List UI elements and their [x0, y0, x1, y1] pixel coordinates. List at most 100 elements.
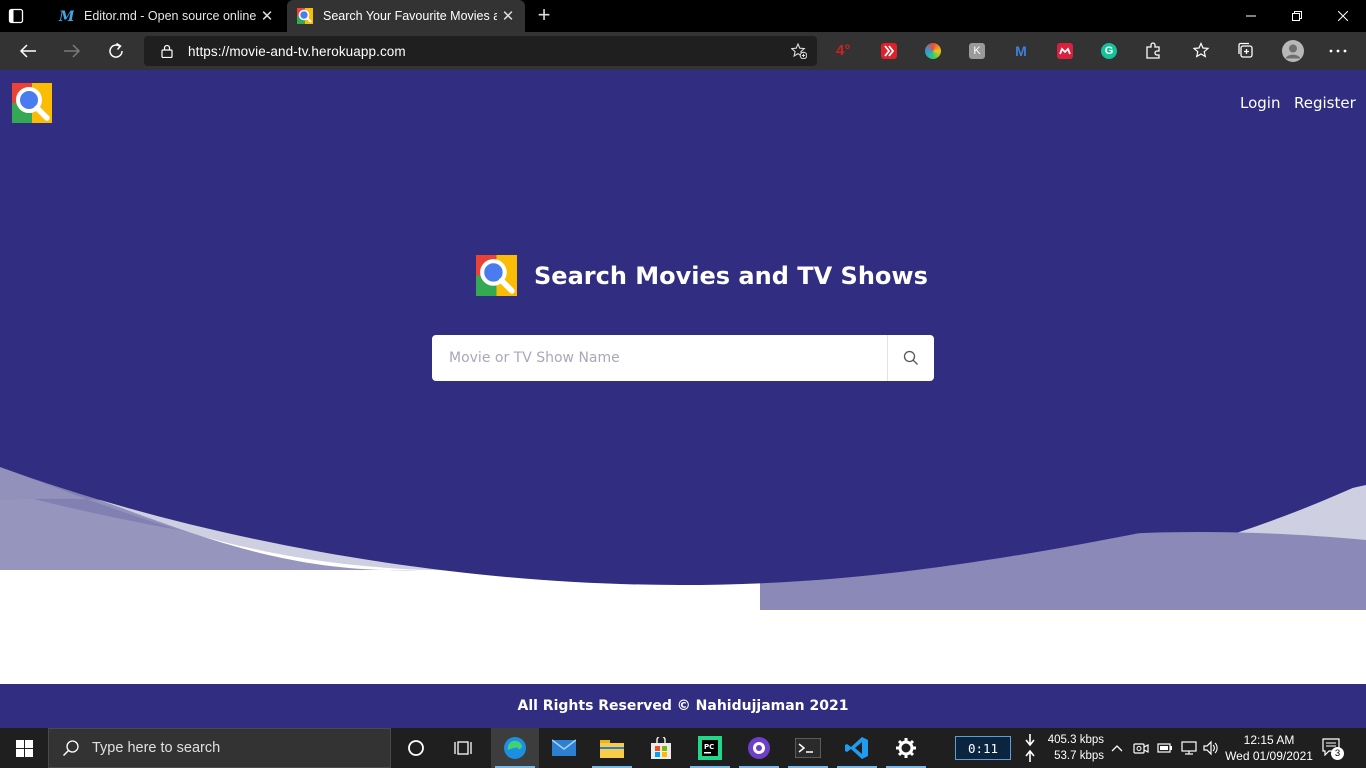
- edge-taskbar-button[interactable]: [491, 728, 539, 768]
- address-bar[interactable]: https://movie-and-tv.herokuapp.com: [144, 36, 817, 66]
- site-favicon-icon: [297, 8, 313, 24]
- restore-button[interactable]: [1274, 0, 1320, 32]
- login-link[interactable]: Login: [1240, 94, 1280, 112]
- start-button[interactable]: [0, 728, 48, 768]
- favorites-button[interactable]: [1191, 40, 1213, 62]
- web-page: Login Register Search Movies and TV Show…: [0, 70, 1366, 728]
- favorites-star-icon: [1193, 42, 1210, 58]
- minimize-button[interactable]: [1228, 0, 1274, 32]
- pycharm-icon: PC: [698, 736, 722, 760]
- avatar-icon: [1282, 40, 1304, 62]
- refresh-icon: [109, 42, 123, 58]
- notification-count-badge: 3: [1331, 747, 1344, 760]
- windows-taskbar: Type here to search PC 0:11 405.3 kbps 5…: [0, 728, 1366, 768]
- search-button[interactable]: [887, 335, 934, 381]
- network-icon[interactable]: [1181, 740, 1197, 756]
- forward-arrow-icon: [64, 44, 81, 58]
- forward-button[interactable]: [61, 40, 83, 62]
- github-desktop-icon: [748, 737, 770, 759]
- pycharm-taskbar-button[interactable]: PC: [686, 728, 734, 768]
- terminal-icon: [795, 738, 821, 758]
- footer: All Rights Reserved © Nahidujjaman 2021: [0, 684, 1366, 728]
- close-window-button[interactable]: [1320, 0, 1366, 32]
- mendeley-icon[interactable]: [1057, 43, 1073, 59]
- lock-icon[interactable]: [160, 44, 174, 58]
- file-explorer-icon: [600, 740, 624, 758]
- search-form: [432, 335, 934, 381]
- weather-text: 4°: [836, 42, 851, 59]
- windows-logo-icon: [15, 739, 33, 757]
- back-button[interactable]: [17, 40, 39, 62]
- footer-copyright: All Rights Reserved © Nahidujjaman 2021: [517, 698, 849, 714]
- m-icon[interactable]: M: [1013, 43, 1029, 59]
- store-taskbar-button[interactable]: [637, 728, 685, 768]
- tab-actions-icon[interactable]: [8, 8, 24, 24]
- action-center-button[interactable]: 3: [1322, 738, 1346, 760]
- tab-movie-search[interactable]: Search Your Favourite Movies an ✕: [287, 0, 525, 32]
- vscode-icon: [845, 737, 868, 759]
- page-title: Search Movies and TV Shows: [534, 261, 928, 290]
- close-tab-icon[interactable]: ✕: [256, 7, 278, 25]
- cortana-button[interactable]: [392, 728, 440, 768]
- download-speed: 405.3 kbps: [1047, 734, 1104, 746]
- show-hidden-icons-chevron-icon[interactable]: [1109, 740, 1125, 756]
- clock-date: Wed 01/09/2021: [1225, 749, 1313, 763]
- collections-icon: [1238, 42, 1253, 58]
- close-tab-icon[interactable]: ✕: [497, 7, 519, 25]
- extensions-button[interactable]: [1142, 40, 1164, 62]
- search-input[interactable]: [432, 335, 887, 381]
- k-icon[interactable]: K: [969, 43, 985, 59]
- taskbar-search-placeholder: Type here to search: [92, 740, 221, 756]
- mail-icon: [552, 739, 576, 756]
- back-arrow-icon: [19, 44, 36, 58]
- new-tab-button[interactable]: +: [532, 4, 556, 28]
- mail-taskbar-button[interactable]: [540, 728, 588, 768]
- search-icon: [62, 740, 79, 757]
- more-dots-icon: [1329, 49, 1347, 53]
- search-logo-icon: [476, 255, 517, 296]
- grammarly-icon[interactable]: G: [1101, 43, 1117, 59]
- close-icon: [1338, 11, 1348, 21]
- red-play-icon[interactable]: [881, 43, 897, 59]
- svg-text:PC: PC: [704, 743, 714, 751]
- restore-icon: [1292, 11, 1302, 21]
- tab-title: Search Your Favourite Movies an: [323, 9, 497, 23]
- collections-button[interactable]: [1235, 40, 1257, 62]
- edge-icon: [504, 737, 526, 759]
- clock-time: 12:15 AM: [1243, 733, 1295, 747]
- meet-now-icon[interactable]: [1133, 740, 1149, 756]
- taskbar-search-box[interactable]: Type here to search: [48, 728, 391, 768]
- url-text[interactable]: https://movie-and-tv.herokuapp.com: [188, 44, 406, 59]
- terminal-taskbar-button[interactable]: [784, 728, 832, 768]
- minimize-icon: [1246, 15, 1256, 17]
- refresh-button[interactable]: [105, 40, 127, 62]
- tab-title: Editor.md - Open source online M: [84, 9, 256, 23]
- profile-button[interactable]: [1281, 39, 1305, 63]
- weather-4-degree-icon[interactable]: 4°: [836, 41, 856, 61]
- svg-text:M: M: [58, 9, 74, 24]
- browser-tab-strip: M Editor.md - Open source online M ✕ Sea…: [0, 0, 1366, 32]
- volume-icon[interactable]: [1203, 740, 1219, 756]
- search-icon: [903, 350, 918, 365]
- settings-gear-icon: [896, 738, 916, 758]
- vscode-taskbar-button[interactable]: [833, 728, 881, 768]
- github-desktop-taskbar-button[interactable]: [735, 728, 783, 768]
- system-clock[interactable]: 12:15 AM Wed 01/09/2021: [1222, 732, 1316, 764]
- settings-menu-button[interactable]: [1327, 40, 1349, 62]
- register-link[interactable]: Register: [1294, 94, 1356, 112]
- network-speed-meter: 405.3 kbps 53.7 kbps: [1024, 732, 1104, 764]
- recording-timer[interactable]: 0:11: [955, 736, 1011, 760]
- settings-taskbar-button[interactable]: [882, 728, 930, 768]
- browser-toolbar: https://movie-and-tv.herokuapp.com 4° K …: [0, 32, 1366, 70]
- colorful-wheel-icon[interactable]: [925, 43, 941, 59]
- task-view-button[interactable]: [440, 728, 488, 768]
- upload-speed: 53.7 kbps: [1054, 750, 1104, 762]
- file-explorer-taskbar-button[interactable]: [588, 728, 636, 768]
- battery-icon[interactable]: [1157, 740, 1173, 756]
- cortana-icon: [408, 740, 424, 756]
- site-logo-icon[interactable]: [12, 83, 52, 123]
- store-icon: [651, 737, 671, 759]
- add-favorite-icon[interactable]: [791, 43, 807, 59]
- search-heading: Search Movies and TV Shows: [476, 255, 928, 296]
- tab-editor-md[interactable]: M Editor.md - Open source online M ✕: [48, 0, 284, 32]
